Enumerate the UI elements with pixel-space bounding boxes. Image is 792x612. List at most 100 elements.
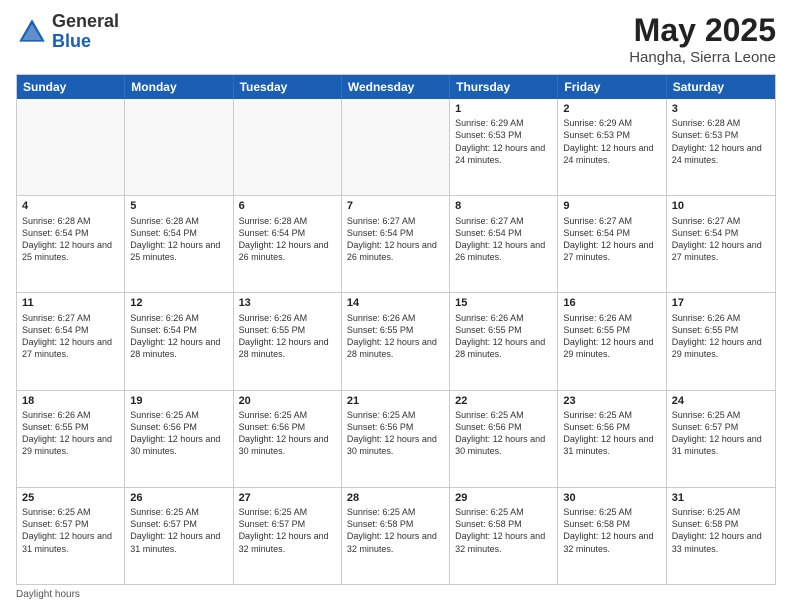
calendar-cell: 31Sunrise: 6:25 AMSunset: 6:58 PMDayligh… xyxy=(667,488,775,584)
day-number: 30 xyxy=(563,491,660,505)
calendar-cell: 1Sunrise: 6:29 AMSunset: 6:53 PMDaylight… xyxy=(450,99,558,195)
day-number: 18 xyxy=(22,394,119,408)
day-number: 12 xyxy=(130,296,227,310)
sun-info: Sunrise: 6:25 AMSunset: 6:56 PMDaylight:… xyxy=(347,409,444,458)
day-number: 14 xyxy=(347,296,444,310)
calendar-cell: 10 Sunrise: 6:27 AMSunset: 6:54 PMDayligh… xyxy=(667,196,775,292)
day-number: 24 xyxy=(672,394,770,408)
calendar-cell: 3Sunrise: 6:28 AMSunset: 6:53 PMDaylight… xyxy=(667,99,775,195)
sun-info: Sunrise: 6:25 AMSunset: 6:56 PMDaylight:… xyxy=(130,409,227,458)
month-year: May 2025 xyxy=(629,12,776,49)
sun-info: Sunrise: 6:25 AMSunset: 6:58 PMDaylight:… xyxy=(455,506,552,555)
calendar-week-row: 18Sunrise: 6:26 AMSunset: 6:55 PMDayligh… xyxy=(17,391,775,488)
day-number: 22 xyxy=(455,394,552,408)
sun-info: Sunrise: 6:27 AMSunset: 6:54 PMDaylight:… xyxy=(672,215,770,264)
day-number: 13 xyxy=(239,296,336,310)
calendar-cell: 4 Sunrise: 6:28 AMSunset: 6:54 PMDaylight… xyxy=(17,196,125,292)
title-block: May 2025 Hangha, Sierra Leone xyxy=(629,12,776,66)
sun-info: Sunrise: 6:25 AMSunset: 6:56 PMDaylight:… xyxy=(455,409,552,458)
day-number: 20 xyxy=(239,394,336,408)
day-number: 31 xyxy=(672,491,770,505)
calendar-week-row: 4 Sunrise: 6:28 AMSunset: 6:54 PMDaylight… xyxy=(17,196,775,293)
sun-info: Sunrise: 6:27 AMSunset: 6:54 PMDaylight:… xyxy=(347,215,444,264)
sun-info: Sunrise: 6:27 AMSunset: 6:54 PMDaylight:… xyxy=(455,215,552,264)
calendar-cell xyxy=(342,99,450,195)
sun-info: Sunrise: 6:25 AMSunset: 6:57 PMDaylight:… xyxy=(239,506,336,555)
logo: GeneralBlue xyxy=(16,12,119,52)
sun-info: Sunrise: 6:25 AMSunset: 6:57 PMDaylight:… xyxy=(672,409,770,458)
calendar-cell: 20Sunrise: 6:25 AMSunset: 6:56 PMDayligh… xyxy=(234,391,342,487)
calendar-cell: 23Sunrise: 6:25 AMSunset: 6:56 PMDayligh… xyxy=(558,391,666,487)
calendar-week-row: 1Sunrise: 6:29 AMSunset: 6:53 PMDaylight… xyxy=(17,99,775,196)
sun-info: Sunrise: 6:29 AMSunset: 6:53 PMDaylight:… xyxy=(455,117,552,166)
weekday-header: Saturday xyxy=(667,75,775,99)
calendar-cell: 25Sunrise: 6:25 AMSunset: 6:57 PMDayligh… xyxy=(17,488,125,584)
sun-info: Sunrise: 6:26 AMSunset: 6:55 PMDaylight:… xyxy=(455,312,552,361)
calendar-header: SundayMondayTuesdayWednesdayThursdayFrid… xyxy=(17,75,775,99)
day-number: 27 xyxy=(239,491,336,505)
header: GeneralBlue May 2025 Hangha, Sierra Leon… xyxy=(16,12,776,66)
calendar-cell: 2Sunrise: 6:29 AMSunset: 6:53 PMDaylight… xyxy=(558,99,666,195)
sun-info: Sunrise: 6:25 AMSunset: 6:56 PMDaylight:… xyxy=(239,409,336,458)
calendar-cell: 5Sunrise: 6:28 AMSunset: 6:54 PMDaylight… xyxy=(125,196,233,292)
sun-info: Sunrise: 6:25 AMSunset: 6:58 PMDaylight:… xyxy=(563,506,660,555)
day-number: 4 xyxy=(22,199,119,213)
calendar-cell: 16 Sunrise: 6:26 AMSunset: 6:55 PMDayligh… xyxy=(558,293,666,389)
day-number: 3 xyxy=(672,102,770,116)
day-number: 6 xyxy=(239,199,336,213)
sun-info: Sunrise: 6:25 AMSunset: 6:57 PMDaylight:… xyxy=(22,506,119,555)
sun-info: Sunrise: 6:26 AMSunset: 6:55 PMDaylight:… xyxy=(672,312,770,361)
calendar-week-row: 25Sunrise: 6:25 AMSunset: 6:57 PMDayligh… xyxy=(17,488,775,584)
calendar-cell: 17 Sunrise: 6:26 AMSunset: 6:55 PMDayligh… xyxy=(667,293,775,389)
sun-info: Sunrise: 6:26 AMSunset: 6:55 PMDaylight:… xyxy=(239,312,336,361)
calendar-cell: 13 Sunrise: 6:26 AMSunset: 6:55 PMDayligh… xyxy=(234,293,342,389)
sun-info: Sunrise: 6:26 AMSunset: 6:55 PMDaylight:… xyxy=(22,409,119,458)
footer-note: Daylight hours xyxy=(16,589,776,600)
day-number: 26 xyxy=(130,491,227,505)
sun-info: Sunrise: 6:25 AMSunset: 6:57 PMDaylight:… xyxy=(130,506,227,555)
weekday-header: Sunday xyxy=(17,75,125,99)
calendar-cell: 9Sunrise: 6:27 AMSunset: 6:54 PMDaylight… xyxy=(558,196,666,292)
sun-info: Sunrise: 6:28 AMSunset: 6:54 PMDaylight:… xyxy=(22,215,119,264)
calendar-cell: 11Sunrise: 6:27 AMSunset: 6:54 PMDayligh… xyxy=(17,293,125,389)
day-number: 16 xyxy=(563,296,660,310)
day-number: 29 xyxy=(455,491,552,505)
day-number: 17 xyxy=(672,296,770,310)
calendar-cell: 7Sunrise: 6:27 AMSunset: 6:54 PMDaylight… xyxy=(342,196,450,292)
sun-info: Sunrise: 6:25 AMSunset: 6:58 PMDaylight:… xyxy=(672,506,770,555)
calendar-cell: 29Sunrise: 6:25 AMSunset: 6:58 PMDayligh… xyxy=(450,488,558,584)
day-number: 23 xyxy=(563,394,660,408)
day-number: 9 xyxy=(563,199,660,213)
sun-info: Sunrise: 6:25 AMSunset: 6:58 PMDaylight:… xyxy=(347,506,444,555)
calendar-cell: 18Sunrise: 6:26 AMSunset: 6:55 PMDayligh… xyxy=(17,391,125,487)
calendar-cell: 8 Sunrise: 6:27 AMSunset: 6:54 PMDaylight… xyxy=(450,196,558,292)
logo-text: GeneralBlue xyxy=(52,12,119,52)
calendar-body: 1Sunrise: 6:29 AMSunset: 6:53 PMDaylight… xyxy=(17,99,775,584)
page: GeneralBlue May 2025 Hangha, Sierra Leon… xyxy=(0,0,792,612)
sun-info: Sunrise: 6:27 AMSunset: 6:54 PMDaylight:… xyxy=(22,312,119,361)
calendar-week-row: 11Sunrise: 6:27 AMSunset: 6:54 PMDayligh… xyxy=(17,293,775,390)
sun-info: Sunrise: 6:26 AMSunset: 6:55 PMDaylight:… xyxy=(563,312,660,361)
day-number: 10 xyxy=(672,199,770,213)
day-number: 21 xyxy=(347,394,444,408)
day-number: 25 xyxy=(22,491,119,505)
weekday-header: Wednesday xyxy=(342,75,450,99)
day-number: 5 xyxy=(130,199,227,213)
calendar-cell: 14 Sunrise: 6:26 AMSunset: 6:55 PMDayligh… xyxy=(342,293,450,389)
day-number: 28 xyxy=(347,491,444,505)
sun-info: Sunrise: 6:29 AMSunset: 6:53 PMDaylight:… xyxy=(563,117,660,166)
sun-info: Sunrise: 6:26 AMSunset: 6:55 PMDaylight:… xyxy=(347,312,444,361)
calendar-cell: 30Sunrise: 6:25 AMSunset: 6:58 PMDayligh… xyxy=(558,488,666,584)
calendar-cell xyxy=(125,99,233,195)
calendar-cell: 26Sunrise: 6:25 AMSunset: 6:57 PMDayligh… xyxy=(125,488,233,584)
day-number: 15 xyxy=(455,296,552,310)
calendar-cell: 21Sunrise: 6:25 AMSunset: 6:56 PMDayligh… xyxy=(342,391,450,487)
sun-info: Sunrise: 6:25 AMSunset: 6:56 PMDaylight:… xyxy=(563,409,660,458)
sun-info: Sunrise: 6:26 AMSunset: 6:54 PMDaylight:… xyxy=(130,312,227,361)
day-number: 8 xyxy=(455,199,552,213)
weekday-header: Monday xyxy=(125,75,233,99)
logo-icon xyxy=(16,16,48,48)
weekday-header: Thursday xyxy=(450,75,558,99)
sun-info: Sunrise: 6:28 AMSunset: 6:53 PMDaylight:… xyxy=(672,117,770,166)
day-number: 2 xyxy=(563,102,660,116)
